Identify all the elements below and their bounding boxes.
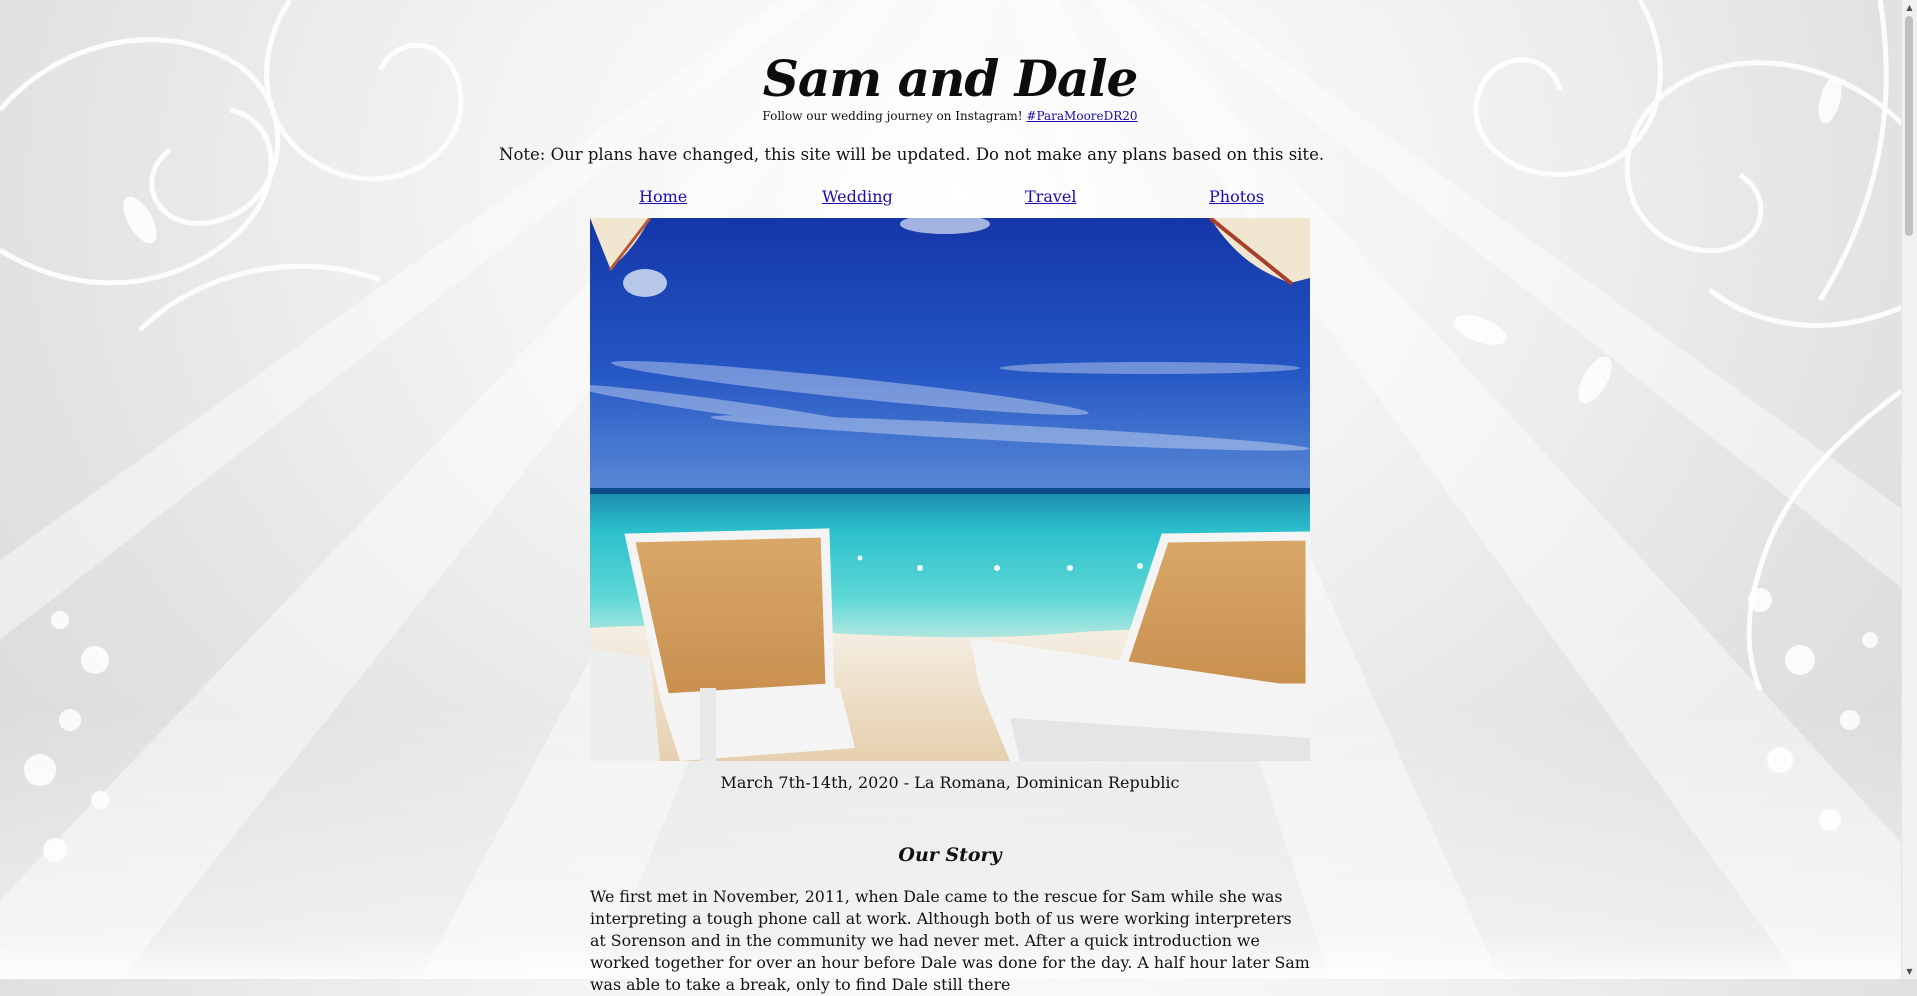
our-story-text: We first met in November, 2011, when Dal… [590,887,1310,994]
nav-travel-link[interactable]: Travel [1025,186,1076,208]
scroll-up-arrow-icon[interactable]: ▲ [1902,0,1917,15]
instagram-hashtag-link[interactable]: #ParaMooreDR20 [1026,109,1137,123]
main-nav: Home Wedding Travel Photos [0,186,1917,210]
tagline-text: Follow our wedding journey on Instagram! [762,109,1023,123]
nav-wedding-link[interactable]: Wedding [822,186,893,208]
instagram-tagline: Follow our wedding journey on Instagram!… [0,108,1900,124]
plans-changed-notice: Note: Our plans have changed, this site … [499,145,1325,164]
scroll-down-arrow-icon[interactable]: ▼ [1902,964,1917,979]
page-content: Sam and Dale Follow our wedding journey … [0,0,1917,994]
our-story-heading: Our Story [898,844,1002,866]
vertical-scrollbar[interactable]: ▲ ▼ [1901,0,1917,979]
nav-photos-link[interactable]: Photos [1209,186,1264,208]
wedding-date-location: March 7th-14th, 2020 - La Romana, Domini… [720,773,1180,792]
beach-chairs-scene [590,218,1310,761]
beach-hero-image [590,218,1310,761]
scrollbar-thumb[interactable] [1905,16,1913,236]
site-title: Sam and Dale [762,49,1139,108]
nav-home-link[interactable]: Home [639,186,687,208]
